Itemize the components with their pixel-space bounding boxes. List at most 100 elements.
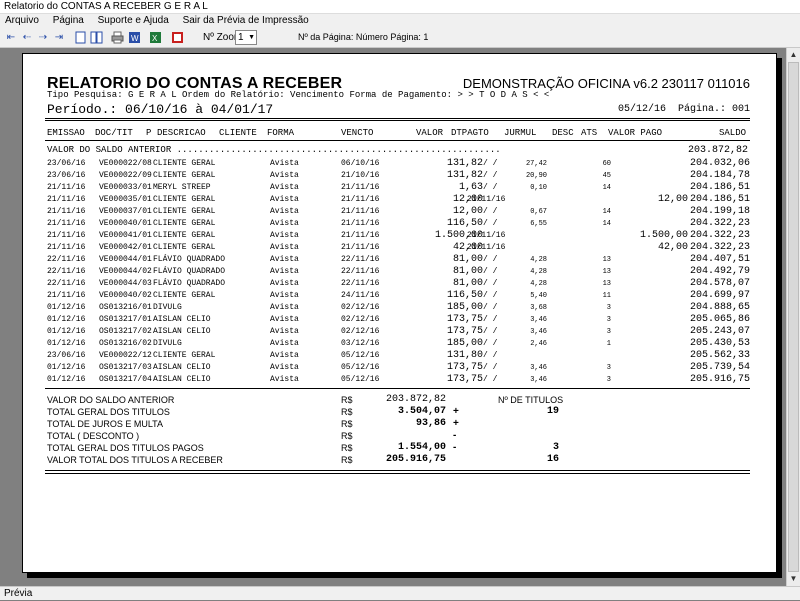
table-row: 01/12/16 OS013217/03 AISLAN CELIO Avista 05/… [23, 362, 778, 374]
row-saldo: 204.322,23 [689, 218, 750, 229]
row-doc: VE000040/02 [99, 291, 152, 300]
row-forma: Avista [270, 171, 299, 180]
total-receber-label: VALOR TOTAL DOS TITULOS A RECEBER [47, 455, 223, 465]
svg-text:X: X [152, 34, 158, 43]
col-saldo: SALDO [719, 128, 747, 138]
total-pagos-label: TOTAL GERAL DOS TITULOS PAGOS [47, 443, 204, 453]
row-valor: 81,00 [452, 266, 483, 277]
n-titulos-label: Nº DE TITULOS [498, 395, 564, 405]
row-forma: Avista [270, 279, 299, 288]
col-cliente: CLIENTE [219, 128, 257, 138]
row-emissao: 01/12/16 [47, 363, 86, 372]
total-receber-value: 205.916,75 [385, 454, 446, 465]
row-valor: 81,00 [452, 254, 483, 265]
table-row: 21/11/16 VE000035/01 CLIENTE GERAL Avista 21… [23, 194, 778, 206]
table-row: 23/06/16 VE000022/08 CLIENTE GERAL Avista 06… [23, 158, 778, 170]
row-doc: VE000042/01 [99, 243, 152, 252]
prev-page-icon[interactable]: ⇠ [20, 31, 34, 45]
total-saldo-anterior-label: VALOR DO SALDO ANTERIOR [47, 395, 175, 405]
row-dtpagto: 21/11/16 [467, 243, 506, 252]
row-dtpagto: / / [483, 291, 498, 300]
row-emissao: 23/06/16 [47, 159, 86, 168]
row-ats: 13 [602, 268, 611, 276]
row-saldo: 204.199,18 [689, 206, 750, 217]
row-saldo: 205.430,53 [689, 338, 750, 349]
row-vencto: 21/11/16 [341, 243, 380, 252]
row-doc: VE000040/01 [99, 219, 152, 228]
total-geral-count: 19 [546, 406, 559, 417]
currency: R$ [341, 419, 353, 429]
report-page: RELATORIO DO CONTAS A RECEBER DEMONSTRAÇ… [22, 53, 777, 573]
menu-suporte[interactable]: Suporte e Ajuda [98, 15, 169, 26]
row-emissao: 21/11/16 [47, 291, 86, 300]
row-vencto: 21/11/16 [341, 219, 380, 228]
row-saldo: 204.186,51 [689, 194, 750, 205]
row-cliente: CLIENTE GERAL [153, 243, 216, 252]
row-forma: Avista [270, 183, 299, 192]
row-jurmul: 4,28 [530, 256, 547, 264]
row-vencto: 22/11/16 [341, 267, 380, 276]
table-row: 21/11/16 VE000040/02 CLIENTE GERAL Avista 24… [23, 290, 778, 302]
row-ats: 60 [602, 160, 611, 168]
row-valor: 173,75 [446, 314, 483, 325]
last-page-icon[interactable]: ⇥ [52, 31, 66, 45]
row-valor: 131,80 [446, 350, 483, 361]
row-emissao: 01/12/16 [47, 303, 86, 312]
menu-sair[interactable]: Sair da Prévia de Impressão [183, 15, 309, 26]
table-row: 22/11/16 VE000044/01 FLÁVIO QUADRADO Avista… [23, 254, 778, 266]
row-ats: 3 [606, 328, 611, 336]
next-page-icon[interactable]: ⇢ [36, 31, 50, 45]
first-page-icon[interactable]: ⇤ [4, 31, 18, 45]
row-emissao: 21/11/16 [47, 219, 86, 228]
total-pagos-count: 3 [552, 442, 559, 453]
row-dtpagto: / / [483, 303, 498, 312]
col-vencto: VENCTO [341, 128, 374, 138]
row-forma: Avista [270, 291, 299, 300]
row-saldo: 204.322,23 [689, 242, 750, 253]
excel-export-icon[interactable]: X [148, 31, 162, 45]
row-saldo: 204.184,78 [689, 170, 750, 181]
page-number-label: Nº da Página: Número Página: 1 [298, 32, 429, 42]
zoom-select[interactable]: 1 ▼ [235, 30, 257, 45]
row-ats: 3 [606, 376, 611, 384]
divider [45, 118, 750, 119]
row-valor: 1,63 [458, 182, 483, 193]
total-geral-value: 3.504,07 [397, 406, 446, 417]
table-row: 01/12/16 OS013216/02 DIVULG Avista 03/12/16 1… [23, 338, 778, 350]
print-icon[interactable] [110, 31, 124, 45]
vertical-scrollbar[interactable]: ▲ ▼ [786, 48, 800, 586]
table-row: 01/12/16 OS013217/04 AISLAN CELIO Avista 05/… [23, 374, 778, 386]
preview-viewport[interactable]: RELATORIO DO CONTAS A RECEBER DEMONSTRAÇ… [0, 48, 786, 586]
row-doc: VE000041/01 [99, 231, 152, 240]
row-dtpagto: / / [483, 363, 498, 372]
currency: R$ [341, 455, 353, 465]
total-juros-label: TOTAL DE JUROS E MULTA [47, 419, 164, 429]
saldo-anterior-value: 203.872,82 [687, 145, 748, 156]
row-saldo: 204.699,97 [689, 290, 750, 301]
row-forma: Avista [270, 195, 299, 204]
sign-minus: - [453, 430, 457, 441]
two-pages-icon[interactable] [89, 31, 103, 45]
currency: R$ [341, 431, 353, 441]
currency: R$ [341, 407, 353, 417]
menu-arquivo[interactable]: Arquivo [5, 15, 39, 26]
menu-bar: Arquivo Página Suporte e Ajuda Sair da P… [0, 14, 800, 28]
scroll-thumb[interactable] [788, 62, 799, 572]
row-valor: 81,00 [452, 278, 483, 289]
row-doc: OS013216/02 [99, 339, 152, 348]
row-ats: 14 [602, 184, 611, 192]
word-export-icon[interactable]: W [127, 31, 141, 45]
col-jurmul: JURMUL [504, 128, 537, 138]
row-valor: 173,75 [446, 326, 483, 337]
row-cliente: CLIENTE GERAL [153, 351, 216, 360]
pdf-export-icon[interactable] [170, 31, 184, 45]
row-emissao: 01/12/16 [47, 375, 86, 384]
row-dtpagto: / / [483, 315, 498, 324]
row-valor: 185,00 [446, 338, 483, 349]
menu-pagina[interactable]: Página [53, 15, 84, 26]
row-cliente: AISLAN CELIO [153, 375, 211, 384]
row-saldo: 205.065,86 [689, 314, 750, 325]
scroll-up-icon[interactable]: ▲ [787, 48, 800, 62]
single-page-icon[interactable] [73, 31, 87, 45]
scroll-down-icon[interactable]: ▼ [787, 572, 800, 586]
